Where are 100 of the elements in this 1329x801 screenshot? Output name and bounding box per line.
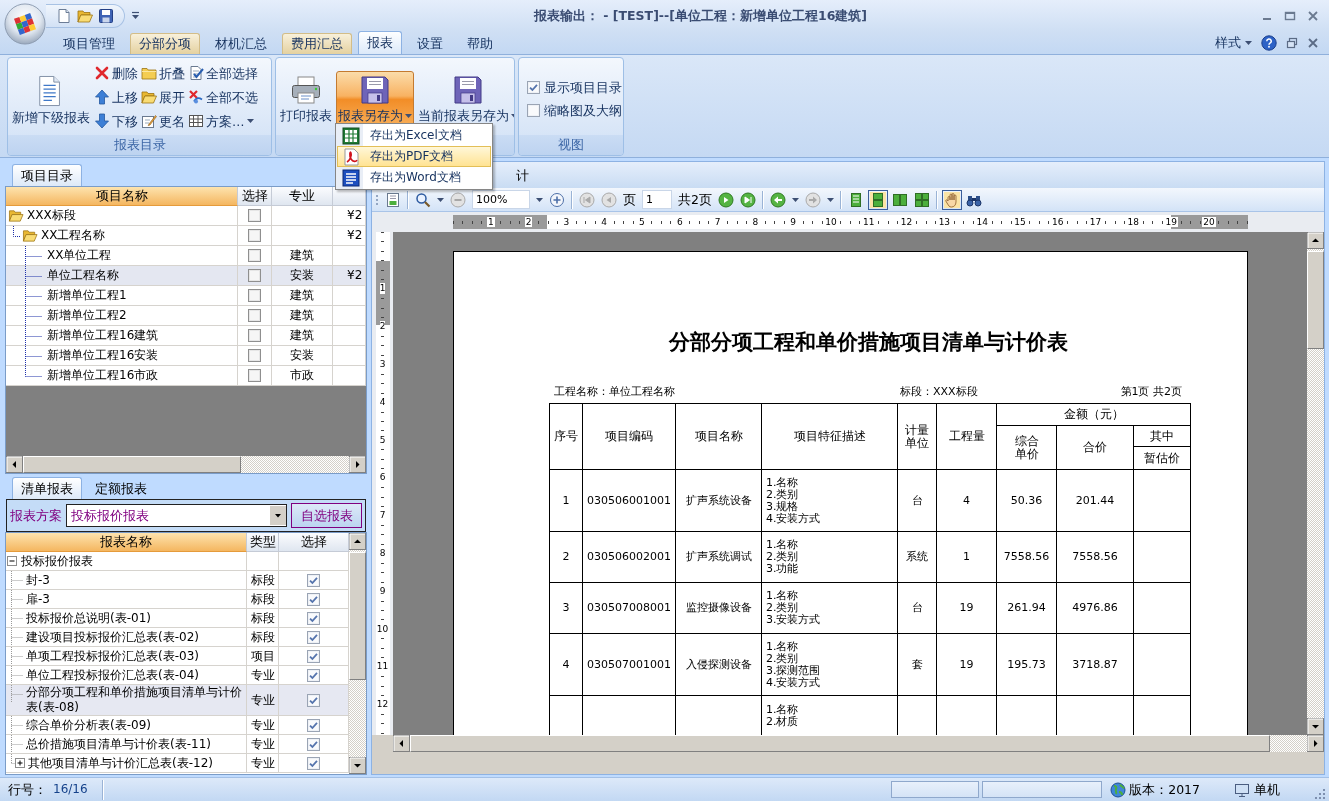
tree-item-label[interactable]: 综合单价分析表(表-09) bbox=[26, 717, 151, 733]
tree-item-label[interactable]: XX工程名称 bbox=[41, 228, 106, 243]
checkbox[interactable] bbox=[527, 104, 540, 117]
help-icon[interactable] bbox=[1261, 34, 1277, 51]
customize-caret-icon[interactable] bbox=[131, 11, 140, 20]
tree-row[interactable]: 封-3 标段 bbox=[6, 571, 349, 590]
new-page-icon[interactable] bbox=[56, 7, 72, 24]
open-folder-icon[interactable] bbox=[7, 208, 25, 223]
page-number-field[interactable]: 1 bbox=[642, 190, 672, 209]
checkbox[interactable] bbox=[307, 693, 320, 707]
column-header[interactable]: 报表名称 bbox=[6, 533, 247, 552]
checkbox[interactable] bbox=[307, 737, 320, 751]
scroll-down-button[interactable] bbox=[1307, 718, 1324, 735]
ribbon-button[interactable]: 新增下级报表 bbox=[10, 71, 92, 133]
zoom-in-icon[interactable] bbox=[549, 191, 565, 208]
tree-item-label[interactable]: 总价措施项目清单与计价表(表-11) bbox=[26, 736, 211, 752]
checkbox[interactable] bbox=[248, 349, 261, 362]
custom-report-button[interactable]: 自选报表 bbox=[291, 503, 362, 528]
panel-tab[interactable]: 项目目录 bbox=[12, 164, 82, 186]
scroll-left-button[interactable] bbox=[393, 735, 410, 752]
tree-item-label[interactable]: 新增单位工程2 bbox=[47, 308, 127, 323]
ribbon-button[interactable]: 全部不选 bbox=[187, 86, 259, 108]
scrollbar-thumb[interactable] bbox=[23, 456, 241, 473]
tree-item-label[interactable]: 建设项目投标报价汇总表(表-02) bbox=[26, 629, 199, 645]
checkbox[interactable] bbox=[307, 630, 320, 644]
checkbox[interactable] bbox=[307, 573, 320, 587]
pane-tab[interactable]: 计 bbox=[516, 167, 529, 183]
tree-row[interactable]: 单项工程投标报价汇总表(表-03) 项目 bbox=[6, 647, 349, 666]
stacked-pages-icon[interactable] bbox=[869, 191, 886, 208]
style-menu[interactable]: 样式 bbox=[1215, 35, 1252, 50]
open-folder-icon[interactable] bbox=[21, 228, 39, 243]
tree-item-label[interactable]: 单位工程名称 bbox=[47, 268, 119, 283]
ribbon-button[interactable]: 展开 bbox=[140, 86, 186, 108]
ribbon-button[interactable]: 上移 bbox=[93, 86, 139, 108]
tree-row[interactable]: 扉-3 标段 bbox=[6, 590, 349, 609]
tree-item-label[interactable]: XXX标段 bbox=[27, 208, 76, 223]
ribbon-button[interactable]: 更名 bbox=[140, 110, 186, 132]
resize-grip-icon[interactable] bbox=[1314, 787, 1326, 800]
tree-item-label[interactable]: 投标报价报表 bbox=[21, 553, 93, 569]
checkbox[interactable] bbox=[248, 229, 261, 242]
column-header[interactable]: 选择 bbox=[279, 533, 349, 552]
column-header[interactable]: 专业 bbox=[272, 187, 333, 206]
tree-item-label[interactable]: 新增单位工程1 bbox=[47, 288, 127, 303]
tree-row[interactable]: 其他项目清单与计价汇总表(表-12) 专业 bbox=[6, 754, 349, 773]
ribbon-button[interactable]: 方案… bbox=[187, 110, 259, 132]
ribbon-button[interactable]: 删除 bbox=[93, 62, 139, 84]
tree-row[interactable]: 单位工程投标报价汇总表(表-04) 专业 bbox=[6, 666, 349, 685]
ribbon-button[interactable]: 下移 bbox=[93, 110, 139, 132]
column-header[interactable]: 项目名称 bbox=[6, 187, 238, 206]
page-icon[interactable] bbox=[385, 191, 401, 208]
tree-row[interactable]: 新增单位工程16建筑 建筑 bbox=[6, 326, 366, 346]
tree-item-label[interactable]: XX单位工程 bbox=[47, 248, 112, 263]
close-icon[interactable] bbox=[1307, 9, 1319, 22]
four-pages-icon[interactable] bbox=[913, 191, 930, 208]
hand-tool-icon[interactable] bbox=[943, 191, 960, 208]
last-page-icon[interactable] bbox=[739, 191, 756, 208]
checkbox[interactable] bbox=[307, 649, 320, 663]
checkbox[interactable] bbox=[248, 309, 261, 322]
checkbox[interactable] bbox=[307, 756, 320, 770]
scroll-left-button[interactable] bbox=[6, 456, 23, 473]
tree-row[interactable]: 投标报价报表 bbox=[6, 552, 349, 571]
column-header[interactable]: 选择 bbox=[238, 187, 272, 206]
tree-item-label[interactable]: 扉-3 bbox=[26, 591, 50, 607]
tree-row[interactable]: 投标报价总说明(表-01) 标段 bbox=[6, 609, 349, 628]
tree-item-label[interactable]: 新增单位工程16市政 bbox=[47, 368, 159, 383]
tree-row[interactable]: 总价措施项目清单与计价表(表-11) 专业 bbox=[6, 735, 349, 754]
checkbox[interactable] bbox=[248, 329, 261, 342]
checkbox-label[interactable]: 显示项目目录 bbox=[544, 80, 622, 95]
tree-row[interactable]: 新增单位工程2 建筑 bbox=[6, 306, 366, 326]
checkbox[interactable] bbox=[307, 592, 320, 606]
tree-row[interactable]: 综合单价分析表(表-09) 专业 bbox=[6, 716, 349, 735]
tree-item-label[interactable]: 单项工程投标报价汇总表(表-03) bbox=[26, 648, 199, 664]
ribbon-tab[interactable]: 项目管理 bbox=[54, 33, 124, 54]
expander-icon[interactable] bbox=[15, 757, 26, 769]
panel-tab[interactable]: 清单报表 bbox=[12, 477, 82, 499]
tree-row[interactable]: 建设项目投标报价汇总表(表-02) 标段 bbox=[6, 628, 349, 647]
checkbox[interactable] bbox=[248, 269, 261, 282]
ribbon-button[interactable]: 全部选择 bbox=[187, 62, 259, 84]
checkbox-label[interactable]: 缩略图及大纲 bbox=[544, 103, 622, 118]
scroll-right-button[interactable] bbox=[1307, 735, 1324, 752]
ribbon-tab[interactable]: 帮助 bbox=[458, 33, 502, 54]
two-pages-icon[interactable] bbox=[891, 191, 908, 208]
scroll-down-button[interactable] bbox=[349, 757, 366, 774]
menu-item[interactable]: 存出为Word文档 bbox=[337, 167, 491, 188]
open-folder-icon[interactable] bbox=[77, 7, 93, 24]
ribbon-button[interactable]: 折叠 bbox=[140, 62, 186, 84]
scroll-right-button[interactable] bbox=[349, 456, 366, 473]
tree-item-label[interactable]: 投标报价总说明(表-01) bbox=[26, 610, 151, 626]
tree-item-label[interactable]: 分部分项工程和单价措施项目清单与计价表(表-08) bbox=[26, 685, 246, 715]
scroll-up-button[interactable] bbox=[349, 533, 366, 550]
tree-row[interactable]: XX单位工程 建筑 bbox=[6, 246, 366, 266]
ribbon-tab[interactable]: 材机汇总 bbox=[206, 33, 276, 54]
tree-item-label[interactable]: 新增单位工程16安装 bbox=[47, 348, 159, 363]
tree-row[interactable]: 新增单位工程16市政 市政 bbox=[6, 366, 366, 386]
ribbon-button[interactable]: 打印报表 bbox=[278, 71, 334, 133]
zoom-field[interactable]: 100% bbox=[472, 190, 530, 209]
scroll-up-button[interactable] bbox=[1307, 232, 1324, 249]
restore-icon[interactable] bbox=[1286, 36, 1298, 49]
tree-item-label[interactable]: 封-3 bbox=[26, 572, 50, 588]
ribbon-tab[interactable]: 分部分项 bbox=[130, 33, 200, 54]
